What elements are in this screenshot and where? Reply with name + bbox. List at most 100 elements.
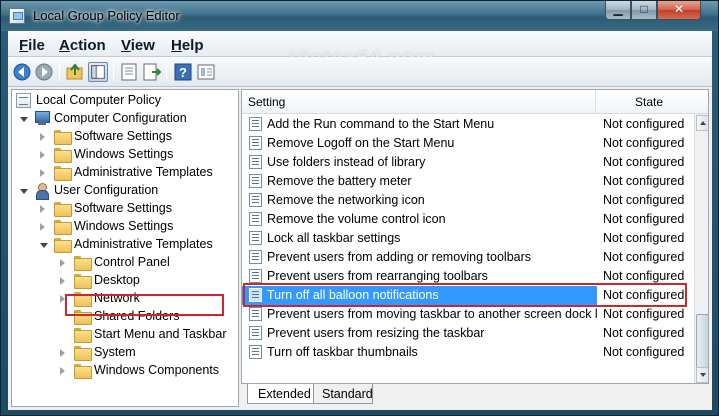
scroll-thumb[interactable] [696, 314, 708, 368]
tree-item-label: Windows Components [94, 363, 220, 377]
folder-icon [54, 238, 72, 253]
minimize-button[interactable]: ▁ [605, 1, 631, 20]
setting-name: Prevent users from adding or removing to… [267, 250, 532, 264]
properties-icon[interactable] [119, 62, 139, 82]
setting-name: Remove the networking icon [267, 193, 425, 207]
collapse-arrow-icon[interactable] [40, 151, 45, 159]
settings-list-pane[interactable]: Setting State Add the Run command to the… [241, 89, 709, 384]
export-list-icon[interactable] [142, 62, 162, 82]
tree-item-label: Administrative Templates [74, 237, 213, 251]
close-button[interactable]: ✕ [657, 1, 701, 20]
collapse-arrow-icon[interactable] [40, 169, 45, 177]
list-item[interactable]: Remove the networking icon Not configured [242, 191, 694, 210]
list-item[interactable]: Prevent users from moving taskbar to ano… [242, 305, 694, 324]
svg-text:?: ? [179, 65, 187, 80]
tree-item-label: Desktop [94, 273, 140, 287]
help-icon[interactable]: ? [173, 62, 193, 82]
menu-file-accesskey: F [19, 37, 29, 54]
back-icon[interactable] [12, 62, 32, 82]
show-hide-tree-icon[interactable] [88, 62, 108, 82]
toolbar-separator [166, 63, 167, 81]
setting-name: Add the Run command to the Start Menu [267, 117, 495, 131]
expand-arrow-icon[interactable] [20, 117, 28, 122]
menu-view[interactable]: View [121, 37, 155, 54]
policy-setting-icon [249, 326, 262, 340]
filter-icon[interactable] [196, 62, 216, 82]
list-item[interactable]: Prevent users from resizing the taskbar N… [242, 324, 694, 343]
menu-action[interactable]: Action [59, 37, 106, 54]
expand-arrow-icon[interactable] [40, 243, 48, 248]
list-item[interactable]: Turn off taskbar thumbnails Not configure… [242, 343, 694, 362]
list-item[interactable]: Remove the battery meter Not configured [242, 172, 694, 191]
folder-icon [54, 148, 72, 163]
policy-setting-icon [249, 155, 262, 169]
collapse-arrow-icon[interactable] [40, 205, 45, 213]
folder-icon [74, 256, 92, 271]
setting-state: Not configured [603, 174, 685, 188]
tree-pane[interactable]: Local Computer Policy Computer Configura… [11, 89, 239, 407]
scroll-down-icon[interactable] [696, 367, 708, 383]
setting-name: Prevent users from moving taskbar to ano… [267, 307, 597, 321]
folder-icon [74, 364, 92, 379]
maximize-button[interactable]: □ [631, 1, 657, 20]
tree-item-label: Control Panel [94, 255, 170, 269]
collapse-arrow-icon[interactable] [60, 367, 65, 375]
policy-setting-icon [249, 269, 262, 283]
list-item[interactable]: Lock all taskbar settings Not configured [242, 229, 694, 248]
annotation-highlight-box [243, 283, 687, 307]
folder-icon [54, 130, 72, 145]
setting-state: Not configured [603, 307, 685, 321]
setting-state: Not configured [603, 345, 685, 359]
tree-item-label: Start Menu and Taskbar [94, 327, 227, 341]
tab-extended[interactable]: Extended [247, 384, 314, 404]
tree-item-label: Local Computer Policy [36, 93, 162, 107]
annotation-highlight-box [65, 294, 224, 316]
setting-name: Prevent users from resizing the taskbar [267, 326, 485, 340]
user-icon [34, 183, 50, 200]
policy-setting-icon [249, 250, 262, 264]
vertical-scrollbar[interactable] [694, 114, 708, 383]
title-bar[interactable]: Local Group Policy Editor ▁ □ ✕ [1, 1, 718, 31]
menu-file[interactable]: File [19, 37, 45, 54]
app-window: Local Group Policy Editor ▁ □ ✕ File Act… [0, 0, 719, 416]
collapse-arrow-icon[interactable] [60, 277, 65, 285]
collapse-arrow-icon[interactable] [40, 223, 45, 231]
policy-setting-icon [249, 212, 262, 226]
expand-arrow-icon[interactable] [20, 189, 28, 194]
policy-setting-icon [249, 307, 262, 321]
toolbar-separator [113, 63, 114, 81]
menu-action-label: ction [69, 37, 106, 54]
column-header-setting[interactable]: Setting [242, 90, 596, 114]
setting-name: Remove the battery meter [267, 174, 412, 188]
collapse-arrow-icon[interactable] [40, 133, 45, 141]
up-folder-icon[interactable] [65, 62, 85, 82]
scroll-up-icon[interactable] [696, 115, 708, 131]
list-item[interactable]: Use folders instead of library Not config… [242, 153, 694, 172]
folder-icon [74, 274, 92, 289]
collapse-arrow-icon[interactable] [60, 259, 65, 267]
menu-view-accesskey: V [121, 37, 131, 54]
list-item[interactable]: Remove the volume control icon Not config… [242, 210, 694, 229]
column-header-label: State [635, 95, 664, 109]
client-area: File Action View Help Vistax64.com [8, 31, 712, 410]
menu-action-accesskey: A [59, 37, 70, 54]
toolbar-separator [59, 63, 60, 81]
folder-icon [54, 202, 72, 217]
column-header-state[interactable]: State [597, 90, 693, 114]
collapse-arrow-icon[interactable] [60, 349, 65, 357]
computer-icon [34, 111, 50, 126]
folder-icon [74, 328, 92, 343]
menu-help[interactable]: Help [171, 37, 204, 54]
policy-setting-icon [249, 345, 262, 359]
forward-icon[interactable] [34, 62, 54, 82]
list-item[interactable]: Remove Logoff on the Start Menu Not confi… [242, 134, 694, 153]
setting-state: Not configured [603, 231, 685, 245]
list-item[interactable]: Prevent users from adding or removing to… [242, 248, 694, 267]
policy-setting-icon [249, 117, 262, 131]
setting-name: Remove Logoff on the Start Menu [267, 136, 455, 150]
list-item[interactable]: Add the Run command to the Start Menu Not… [242, 115, 694, 134]
policy-setting-icon [249, 193, 262, 207]
setting-state: Not configured [603, 117, 685, 131]
window-title: Local Group Policy Editor [33, 8, 180, 23]
tab-standard[interactable]: Standard [313, 384, 373, 404]
